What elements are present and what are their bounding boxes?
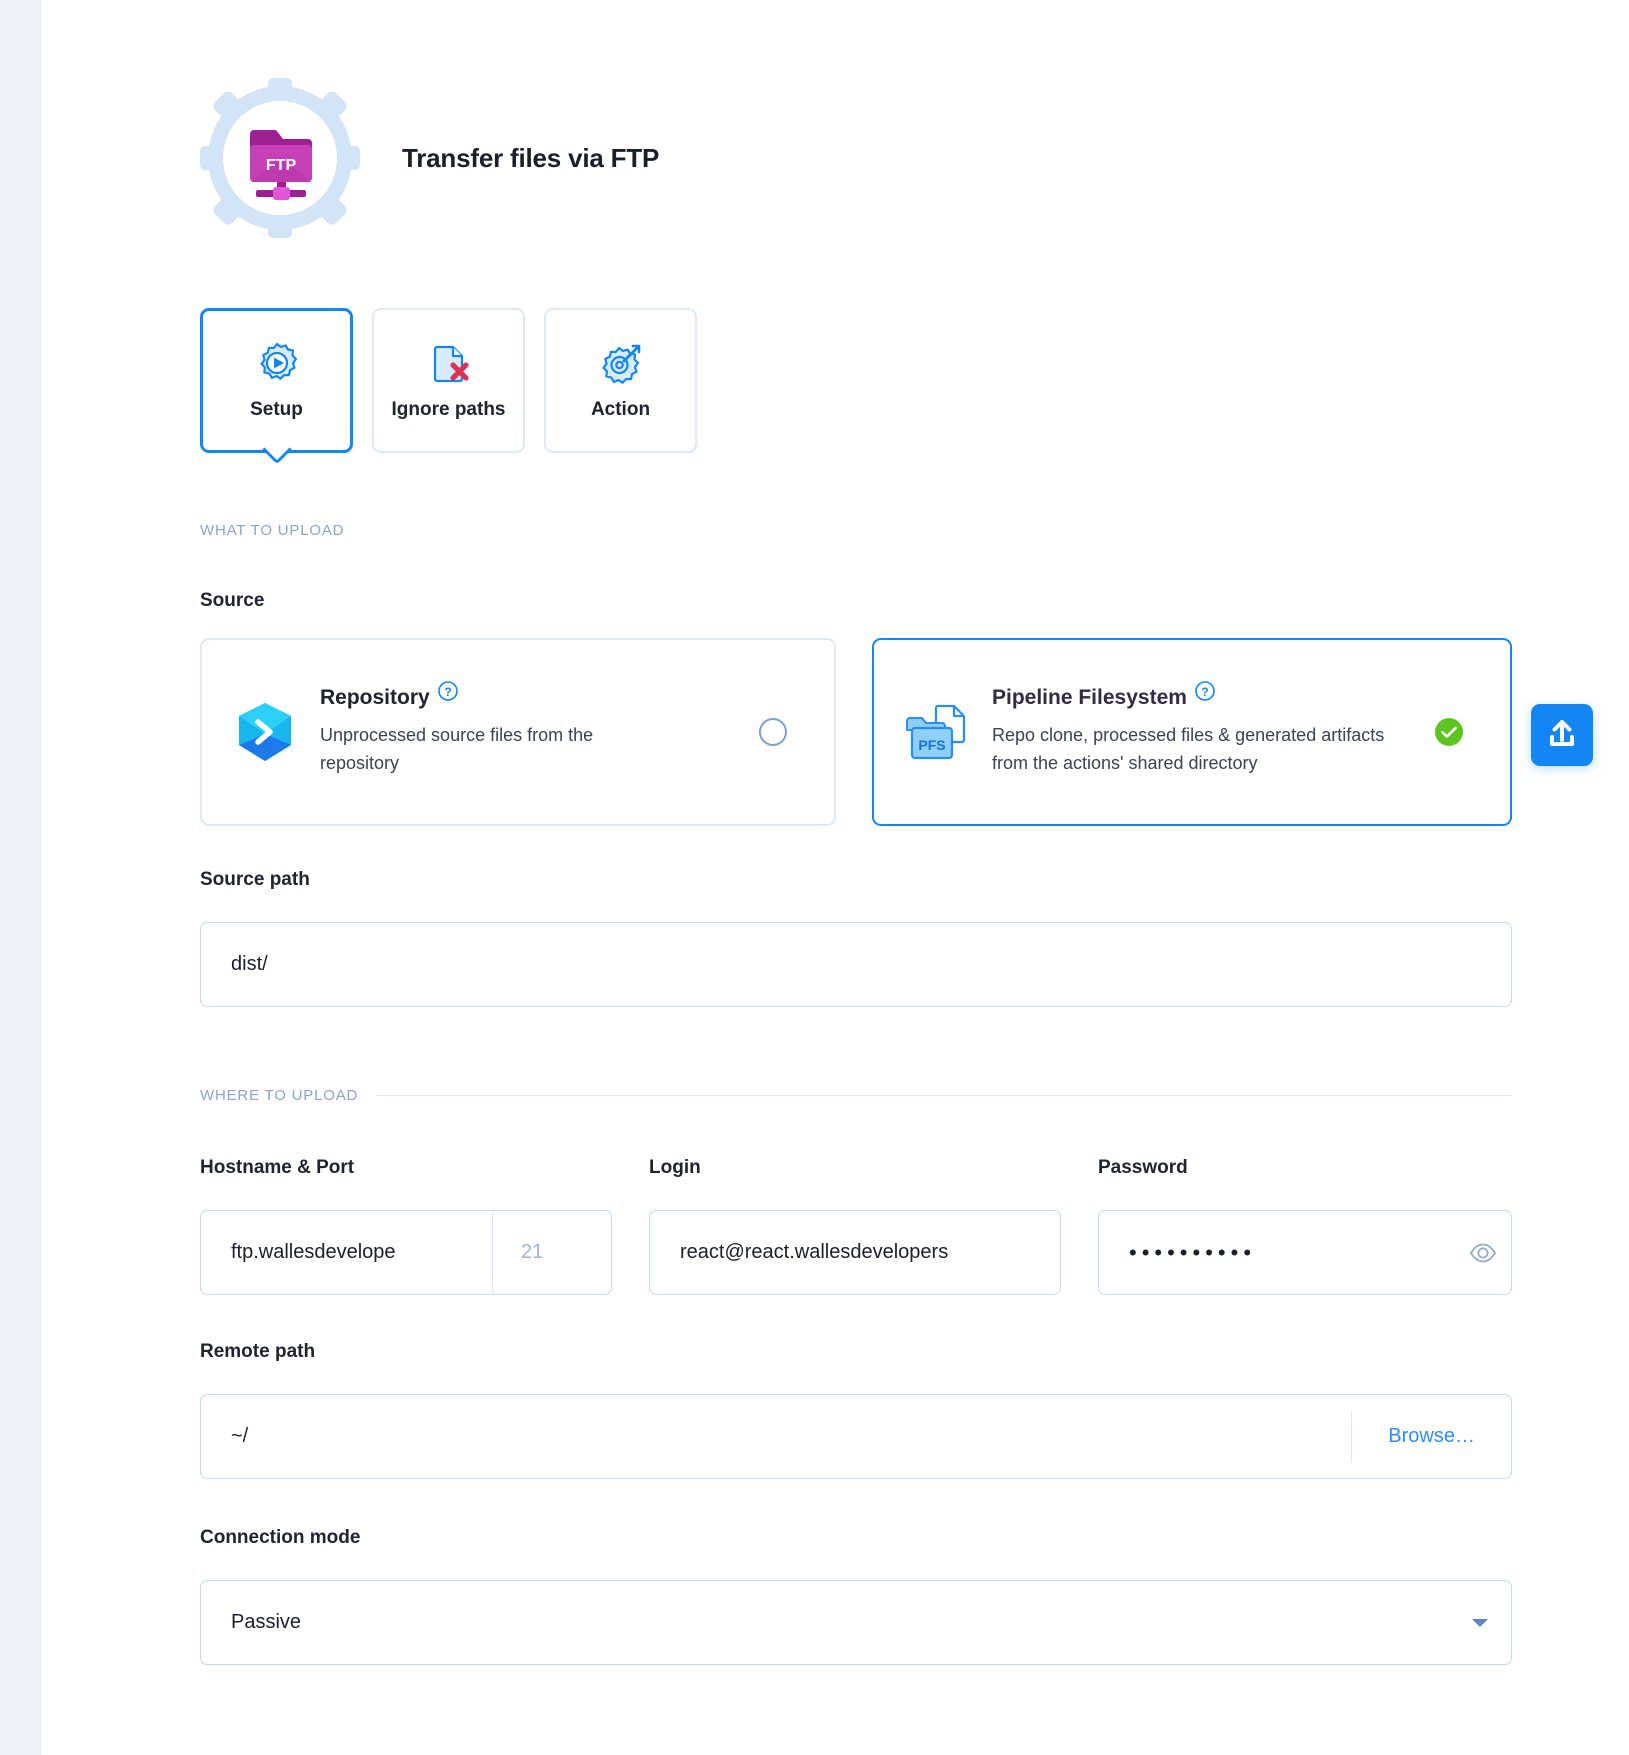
- hostname-port-input-group: ftp.wallesdevelope 21: [200, 1210, 612, 1295]
- pipeline-filesystem-title-row: Pipeline Filesystem ?: [992, 681, 1412, 710]
- where-to-upload-caption-text: WHERE TO UPLOAD: [200, 1087, 359, 1104]
- source-path-value: dist/: [231, 953, 268, 975]
- svg-text:FTP: FTP: [266, 157, 297, 174]
- pipeline-filesystem-title: Pipeline Filesystem: [992, 686, 1187, 710]
- what-to-upload-caption-text: WHAT TO UPLOAD: [200, 522, 345, 539]
- svg-text:PFS: PFS: [918, 737, 945, 753]
- pipeline-filesystem-body: Pipeline Filesystem ? Repo clone, proces…: [992, 681, 1424, 778]
- page-header: FTP Transfer files via FTP: [200, 78, 659, 238]
- remote-path-value: ~/: [231, 1425, 249, 1447]
- tab-action[interactable]: Action: [544, 308, 697, 453]
- login-label: Login: [649, 1157, 701, 1178]
- source-path-input[interactable]: dist/: [200, 922, 1512, 1007]
- repository-title: Repository: [320, 686, 430, 710]
- pfs-folder-icon: PFS: [906, 702, 968, 762]
- play-gear-icon: [255, 341, 299, 385]
- connection-mode-label: Connection mode: [200, 1527, 361, 1548]
- remote-path-label: Remote path: [200, 1341, 316, 1362]
- tab-ignore-paths-label: Ignore paths: [391, 398, 506, 420]
- check-circle-icon: [1424, 717, 1474, 747]
- chevron-down-icon[interactable]: [1449, 1616, 1511, 1630]
- password-input[interactable]: ••••••••••: [1098, 1210, 1512, 1295]
- hostname-port-label: Hostname & Port: [200, 1157, 355, 1178]
- file-remove-icon: [427, 341, 471, 385]
- browse-button[interactable]: Browse…: [1352, 1425, 1511, 1448]
- what-to-upload-caption: WHAT TO UPLOAD: [200, 522, 1355, 539]
- login-value: react@react.wallesdevelopers: [680, 1241, 949, 1263]
- caption-rule: [376, 1095, 1512, 1096]
- question-mark-icon[interactable]: ?: [1194, 680, 1216, 708]
- source-option-repository[interactable]: Repository ? Unprocessed source files fr…: [200, 638, 836, 826]
- repository-description: Unprocessed source files from the reposi…: [320, 725, 594, 773]
- page-title: Transfer files via FTP: [402, 142, 660, 173]
- where-to-upload-caption: WHERE TO UPLOAD: [200, 1087, 1512, 1104]
- repository-chevron-icon: [234, 701, 296, 763]
- question-mark-icon[interactable]: ?: [437, 680, 459, 708]
- svg-text:?: ?: [444, 685, 451, 699]
- action-settings-panel: FTP Transfer files via FTP Setup Ignore …: [42, 0, 1629, 1755]
- tab-action-label: Action: [590, 398, 651, 420]
- svg-text:?: ?: [1201, 685, 1208, 699]
- tab-bar: Setup Ignore paths Action: [200, 308, 697, 453]
- gear-badge-icon: FTP: [200, 78, 360, 238]
- upload-icon: [1545, 717, 1579, 754]
- port-input[interactable]: 21: [493, 1241, 611, 1264]
- tab-setup-label: Setup: [250, 398, 303, 420]
- eye-icon[interactable]: [1455, 1239, 1511, 1267]
- password-value: ••••••••••: [1129, 1239, 1257, 1265]
- upload-button[interactable]: [1531, 704, 1593, 766]
- hostname-input[interactable]: ftp.wallesdevelope: [201, 1241, 492, 1264]
- source-path-label: Source path: [200, 869, 310, 890]
- password-label: Password: [1098, 1157, 1188, 1178]
- remote-path-input[interactable]: ~/ Browse…: [200, 1394, 1512, 1479]
- radio-unchecked-icon[interactable]: [748, 718, 798, 746]
- browse-wrap: Browse…: [1350, 1395, 1511, 1478]
- connection-mode-value: Passive: [231, 1611, 302, 1633]
- repository-title-row: Repository ?: [320, 681, 736, 710]
- tab-setup[interactable]: Setup: [200, 308, 353, 453]
- tab-ignore-paths[interactable]: Ignore paths: [372, 308, 525, 453]
- login-input[interactable]: react@react.wallesdevelopers: [649, 1210, 1061, 1295]
- repository-body: Repository ? Unprocessed source files fr…: [320, 681, 748, 778]
- source-label: Source: [200, 590, 265, 611]
- pipeline-filesystem-description: Repo clone, processed files & generated …: [992, 725, 1385, 773]
- connection-mode-select[interactable]: Passive: [200, 1580, 1512, 1665]
- gear-wrench-icon: [599, 341, 643, 385]
- source-option-pipeline-filesystem[interactable]: PFS Pipeline Filesystem ? Repo clone, pr…: [872, 638, 1512, 826]
